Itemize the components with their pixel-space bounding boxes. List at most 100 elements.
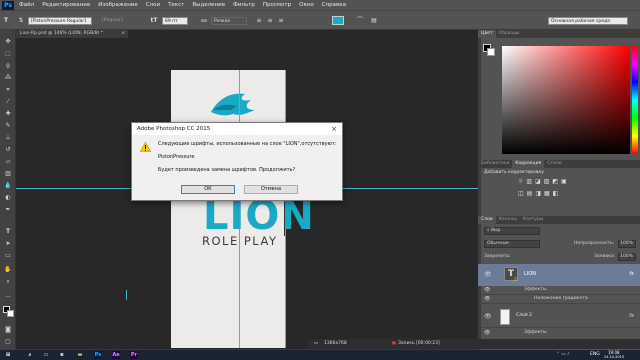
color-background-swatch[interactable] [487, 48, 495, 56]
adjustment-icons-row-2[interactable]: ◫▤◨▦◧ [518, 190, 561, 197]
layer-row-lion[interactable]: 👁 T ⚠ LION fx [478, 264, 640, 286]
layer-row-layer-2[interactable]: 👁 Слой 2 fx [478, 306, 640, 328]
tab-paths[interactable]: Контуры [520, 216, 547, 224]
language-indicator[interactable]: ENG [590, 352, 600, 357]
clock-date[interactable]: 24.10.2015 [604, 355, 624, 359]
tab-adjustments[interactable]: Коррекция [512, 160, 545, 168]
menu-window[interactable]: Окно [299, 2, 314, 8]
canvas-subtitle-text: ROLE PLAY [202, 234, 278, 248]
layer-filter-select[interactable]: ⌕ Вид [484, 227, 540, 235]
layer-effects-row[interactable]: 👁 Эффекты [478, 286, 640, 295]
more-tools-icon[interactable]: … [4, 292, 12, 300]
shape-tool-icon[interactable]: ▭ [4, 252, 12, 260]
brush-tool-icon[interactable]: ✎ [4, 122, 12, 130]
menu-edit[interactable]: Редактирование [42, 2, 90, 8]
visibility-eye-icon[interactable]: 👁 [484, 313, 492, 320]
taskbar: ⊞ ⌕ ▭ e ▬ Ps Ae Pr ⌃ ▭ ♪ ENG 19:08 24.10… [0, 350, 640, 360]
document-tab[interactable]: Lion-Rp.psd @ 146% (LION, RGB/8) * × [16, 30, 128, 38]
layer-effect-gradient-row[interactable]: 👁 Наложение градиента [478, 295, 640, 304]
opacity-field[interactable]: 100% [618, 240, 636, 248]
taskbar-premiere-icon[interactable]: Pr [130, 351, 138, 359]
warp-text-icon[interactable]: ⌒ [356, 17, 364, 25]
quick-mask-icon[interactable]: ◙ [4, 326, 12, 334]
tab-swatches[interactable]: Образцы [496, 30, 523, 38]
background-color-swatch[interactable] [7, 310, 14, 317]
type-tool-icon[interactable]: T [2, 17, 10, 25]
cancel-button[interactable]: Отмена [244, 185, 298, 194]
quick-select-tool-icon[interactable]: ⁂ [4, 74, 12, 82]
workspace-select[interactable]: Основная рабочая среда [548, 17, 628, 25]
stamp-tool-icon[interactable]: ⊥ [4, 134, 12, 142]
blend-mode-select[interactable]: Обычные [484, 240, 540, 248]
blur-tool-icon[interactable]: 💧 [4, 182, 12, 190]
screen-mode-icon[interactable]: ▢ [4, 338, 12, 346]
layer-name[interactable]: LION [524, 271, 536, 277]
crop-tool-icon[interactable]: ⌗ [4, 86, 12, 94]
hand-tool-icon[interactable]: ✋ [4, 266, 12, 274]
pen-tool-icon[interactable]: ✒ [4, 206, 12, 214]
search-icon[interactable]: ⌕ [26, 351, 34, 359]
align-left-icon[interactable]: ≡ [255, 17, 263, 25]
text-color-swatch[interactable] [332, 16, 344, 25]
layer-fx-icon[interactable]: fx [629, 313, 634, 319]
antialias-select[interactable]: Резкое [211, 17, 247, 25]
menu-image[interactable]: Изображение [98, 2, 138, 8]
hue-slider[interactable] [632, 46, 638, 154]
adjustments-panel-tabs: Библиотеки Коррекция Стили [478, 160, 640, 168]
healing-tool-icon[interactable]: ✚ [4, 110, 12, 118]
character-panel-icon[interactable]: ▤ [370, 17, 378, 25]
tab-libraries[interactable]: Библиотеки [478, 160, 512, 168]
close-tab-icon[interactable]: × [121, 30, 125, 38]
taskbar-after-effects-icon[interactable]: Ae [112, 351, 120, 359]
dodge-tool-icon[interactable]: ◐ [4, 194, 12, 202]
file-explorer-icon[interactable]: ▬ [76, 351, 84, 359]
gradient-eye-icon[interactable]: 👁 [484, 296, 490, 302]
effects-label: Эффекты [524, 330, 547, 335]
layer-2-effects-row[interactable]: 👁 Эффекты [478, 329, 640, 338]
align-center-icon[interactable]: ≡ [266, 17, 274, 25]
align-right-icon[interactable]: ≡ [277, 17, 285, 25]
move-tool-icon[interactable]: ✥ [4, 38, 12, 46]
windows-start-icon[interactable]: ⊞ [4, 351, 12, 359]
task-view-icon[interactable]: ▭ [42, 351, 50, 359]
menu-file[interactable]: Файл [19, 2, 34, 8]
history-brush-tool-icon[interactable]: ↺ [4, 146, 12, 154]
font-size-field[interactable]: 69 пт [162, 17, 188, 25]
menu-filter[interactable]: Фильтр [233, 2, 255, 8]
tab-color[interactable]: Цвет [478, 30, 496, 38]
path-select-tool-icon[interactable]: ➤ [4, 240, 12, 248]
menu-help[interactable]: Справка [322, 2, 346, 8]
menu-select[interactable]: Выделение [192, 2, 225, 8]
document-canvas[interactable]: LION ROLE PLAY [171, 70, 314, 348]
gradient-tool-icon[interactable]: ▥ [4, 170, 12, 178]
lasso-tool-icon[interactable]: ϙ [4, 62, 12, 70]
fill-field[interactable]: 100% [618, 253, 636, 261]
layer-fx-icon[interactable]: fx [629, 271, 634, 277]
menu-layers[interactable]: Слои [146, 2, 160, 8]
effect-eye-icon[interactable]: 👁 [484, 287, 490, 293]
tray-icons[interactable]: ⌃ ▭ ♪ [556, 352, 570, 357]
layer-name[interactable]: Слой 2 [516, 313, 532, 318]
dialog-close-icon[interactable]: × [331, 123, 337, 135]
marquee-tool-icon[interactable]: ⬚ [4, 50, 12, 58]
font-style-select[interactable]: [Regular] [102, 18, 123, 23]
tab-styles[interactable]: Стили [544, 160, 565, 168]
menu-type[interactable]: Текст [168, 2, 184, 8]
font-family-select[interactable]: [PistonPressure Regular] [28, 17, 92, 25]
tab-layers[interactable]: Слои [478, 216, 496, 224]
edge-browser-icon[interactable]: e [58, 351, 66, 359]
eraser-tool-icon[interactable]: ▱ [4, 158, 12, 166]
effect-eye-icon[interactable]: 👁 [484, 330, 490, 336]
effects-label: Эффекты [524, 287, 547, 292]
text-orientation-icon[interactable]: ⇅ [17, 17, 25, 25]
adjustment-icons-row-1[interactable]: ☼▥◪▨◩▣ [518, 178, 570, 185]
menu-view[interactable]: Просмотр [263, 2, 291, 8]
color-field[interactable] [502, 46, 630, 154]
tab-channels[interactable]: Каналы [496, 216, 520, 224]
visibility-eye-icon[interactable]: 👁 [484, 271, 492, 278]
eyedropper-tool-icon[interactable]: ⁄ [4, 98, 12, 106]
ok-button[interactable]: ОК [181, 185, 235, 194]
type-tool-icon[interactable]: T [4, 228, 12, 236]
zoom-tool-icon[interactable]: ⌕ [4, 278, 12, 286]
taskbar-photoshop-icon[interactable]: Ps [94, 351, 102, 359]
